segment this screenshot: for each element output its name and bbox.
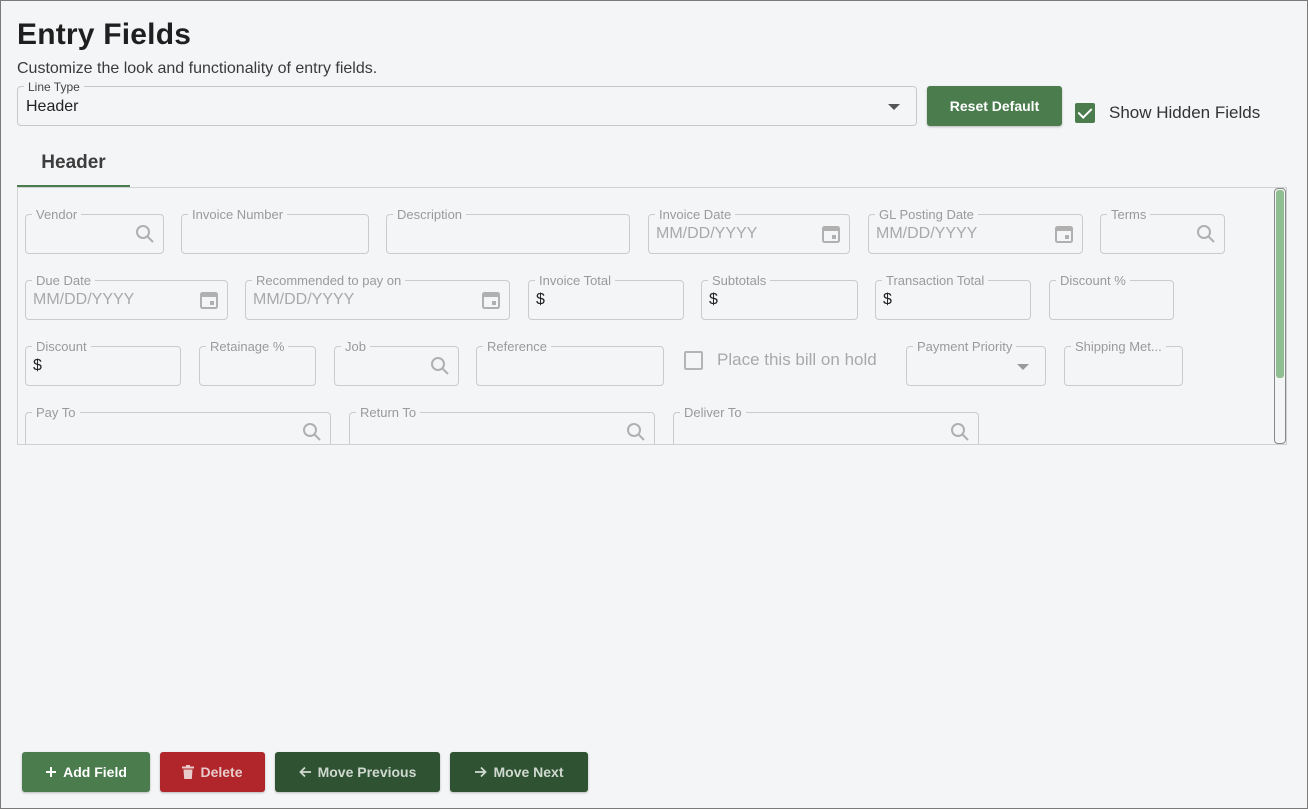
arrow-right-icon [474,766,488,778]
hold-bill-label: Place this bill on hold [717,350,877,369]
arrow-left-icon [298,766,312,778]
job-field[interactable]: Job [334,339,459,386]
terms-label: Terms [1107,207,1151,222]
retainage-percent-label: Retainage % [206,339,289,354]
payment-priority-select[interactable]: Payment Priority [906,339,1046,386]
subtotals-label: Subtotals [708,273,771,288]
calendar-icon[interactable] [1054,224,1074,244]
calendar-icon[interactable] [199,290,219,310]
vendor-field[interactable]: Vendor [25,207,164,254]
line-type-value: Header [26,98,79,115]
return-to-label: Return To [356,405,421,420]
scrollbar-thumb[interactable] [1276,190,1284,378]
calendar-icon[interactable] [821,224,841,244]
calendar-icon[interactable] [481,290,501,310]
trash-icon [182,765,195,779]
invoice-number-label: Invoice Number [188,207,288,222]
delete-button[interactable]: Delete [160,752,265,792]
hold-bill-checkbox[interactable]: Place this bill on hold [684,350,877,370]
move-previous-button[interactable]: Move Previous [275,752,440,792]
subtotals-field[interactable]: Subtotals $ [701,273,858,320]
transaction-total-field[interactable]: Transaction Total $ [875,273,1031,320]
page-subtitle: Customize the look and functionality of … [17,60,378,77]
show-hidden-fields-toggle[interactable]: Show Hidden Fields [1075,103,1260,123]
discount-percent-label: Discount % [1056,273,1130,288]
pay-to-label: Pay To [32,405,80,420]
move-previous-label: Move Previous [317,764,417,780]
discount-label: Discount [32,339,91,354]
gl-posting-date-field[interactable]: GL Posting Date MM/DD/YYYY [868,207,1083,254]
show-hidden-fields-label: Show Hidden Fields [1109,103,1261,122]
fields-row-clip: Pay To Return To Deliver To [18,400,1274,444]
shipping-method-field[interactable]: Shipping Met... [1064,339,1183,386]
pay-to-field[interactable]: Pay To [25,405,331,444]
discount-percent-field[interactable]: Discount % [1049,273,1174,320]
checkbox-checked-icon[interactable] [1075,103,1095,123]
discount-value: $ [33,357,42,374]
description-field[interactable]: Description [386,207,630,254]
vertical-scrollbar[interactable] [1274,188,1286,444]
line-type-select[interactable]: Line Type Header [17,80,917,126]
recommended-pay-field[interactable]: Recommended to pay on MM/DD/YYYY [245,273,510,320]
shipping-method-label: Shipping Met... [1071,339,1166,354]
subtotals-value: $ [709,291,718,308]
vendor-label: Vendor [32,207,82,222]
search-icon [951,423,969,441]
line-type-label: Line Type [24,80,84,94]
invoice-total-field[interactable]: Invoice Total $ [528,273,684,320]
recommended-pay-placeholder: MM/DD/YYYY [253,291,355,308]
recommended-pay-label: Recommended to pay on [252,273,406,288]
invoice-total-value: $ [536,291,545,308]
invoice-date-placeholder: MM/DD/YYYY [656,225,758,242]
gl-posting-date-placeholder: MM/DD/YYYY [876,225,978,242]
payment-priority-label: Payment Priority [913,339,1017,354]
search-icon [303,423,321,441]
reference-field[interactable]: Reference [476,339,664,386]
search-icon [627,423,645,441]
delete-label: Delete [200,764,243,780]
transaction-total-label: Transaction Total [882,273,989,288]
search-icon [1197,225,1215,243]
reset-default-button[interactable]: Reset Default [927,86,1062,126]
due-date-placeholder: MM/DD/YYYY [33,291,135,308]
move-next-label: Move Next [493,764,564,780]
chevron-down-icon [888,104,900,110]
search-icon [136,225,154,243]
reference-label: Reference [483,339,551,354]
search-icon [431,357,449,375]
deliver-to-field[interactable]: Deliver To [673,405,979,444]
due-date-field[interactable]: Due Date MM/DD/YYYY [25,273,228,320]
checkbox-unchecked-icon[interactable] [684,350,703,370]
transaction-total-value: $ [883,291,892,308]
plus-icon [45,766,57,778]
chevron-down-icon [1017,364,1029,370]
gl-posting-date-label: GL Posting Date [875,207,978,222]
deliver-to-label: Deliver To [680,405,746,420]
return-to-field[interactable]: Return To [349,405,655,444]
invoice-number-field[interactable]: Invoice Number [181,207,369,254]
move-next-button[interactable]: Move Next [450,752,588,792]
add-field-button[interactable]: Add Field [22,752,150,792]
invoice-date-label: Invoice Date [655,207,736,222]
due-date-label: Due Date [32,273,95,288]
description-label: Description [393,207,467,222]
retainage-percent-field[interactable]: Retainage % [199,339,316,386]
invoice-total-label: Invoice Total [535,273,616,288]
invoice-date-field[interactable]: Invoice Date MM/DD/YYYY [648,207,850,254]
tab-header[interactable]: Header [17,146,130,188]
page-title: Entry Fields [17,18,192,51]
discount-field[interactable]: Discount $ [25,339,181,386]
add-field-label: Add Field [63,764,127,780]
terms-field[interactable]: Terms [1100,207,1225,254]
job-label: Job [341,339,370,354]
